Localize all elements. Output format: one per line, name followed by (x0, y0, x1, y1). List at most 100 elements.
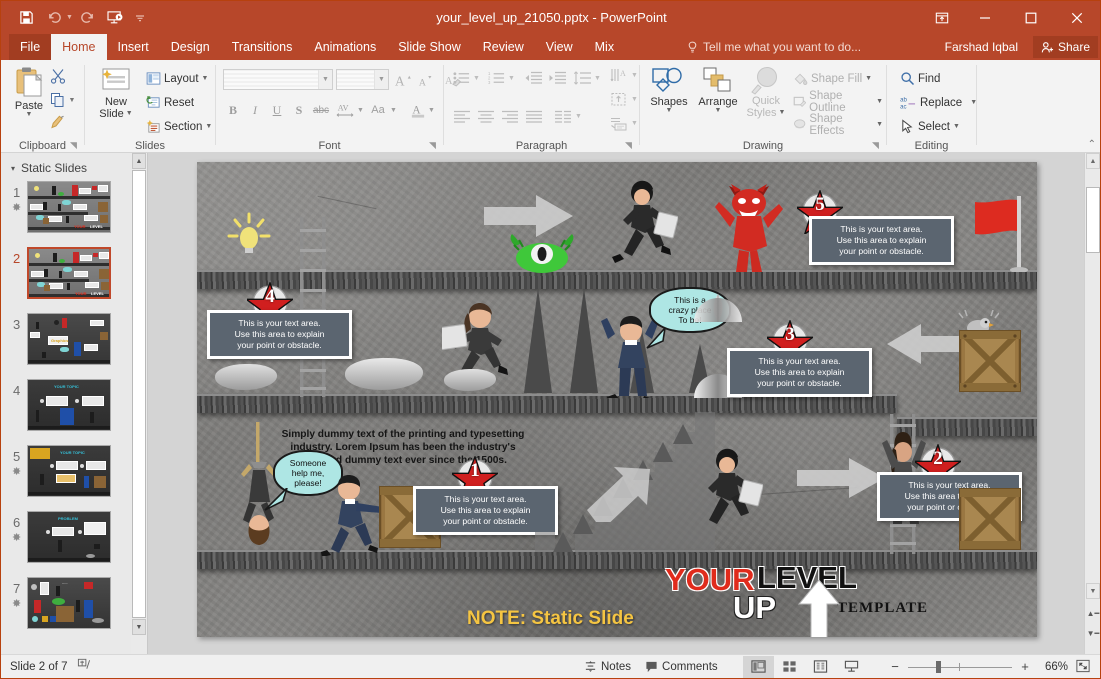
replace-button[interactable]: ab ac Replace ▼ (897, 92, 980, 113)
font-name-input[interactable]: ▼ (223, 69, 333, 90)
numbering-button[interactable]: 123 (485, 68, 507, 88)
ribbon-tab-insert[interactable]: Insert (107, 34, 160, 60)
character-spacing-dropdown-icon[interactable]: ▼ (355, 100, 366, 120)
slide-thumbnail-preview[interactable]: YOUR LEVEL (27, 181, 111, 233)
convert-to-smartart-button[interactable] (608, 113, 630, 133)
slide-thumbnail-preview[interactable]: YOUR TOPIC (27, 445, 111, 497)
ribbon-tab-file[interactable]: File (9, 34, 52, 60)
animation-star-icon[interactable]: ✸ (12, 531, 21, 544)
comments-button[interactable]: Comments (645, 660, 718, 673)
slide-area-scrollbar[interactable]: ▲ ▼ ▲━ ▼━ (1084, 153, 1100, 656)
columns-dropdown-icon[interactable]: ▼ (573, 106, 584, 126)
paste-button[interactable]: Paste ▼ (7, 66, 51, 118)
justify-button[interactable] (522, 106, 545, 126)
slide-thumbnail-6[interactable]: 6 ✸ PROBLEM (1, 509, 134, 575)
line-spacing-dropdown-icon[interactable]: ▼ (592, 68, 603, 88)
note-static-slide[interactable]: NOTE: Static Slide (467, 608, 634, 630)
bullets-button[interactable] (450, 68, 472, 88)
save-button[interactable] (13, 5, 39, 30)
ribbon-tab-transitions[interactable]: Transitions (221, 34, 304, 60)
section-dropdown-icon[interactable]: ▼ (205, 123, 212, 130)
italic-button[interactable]: I (245, 100, 265, 120)
slide-thumbnail-preview[interactable]: YOUR LEVEL (27, 247, 111, 299)
line-spacing-button[interactable] (571, 68, 593, 88)
zoom-level-label[interactable]: 66% (1038, 661, 1068, 673)
find-button[interactable]: Find (897, 68, 943, 89)
text-card-4[interactable]: This is your text area. Use this area to… (207, 310, 352, 359)
minimize-button[interactable] (962, 1, 1008, 34)
layout-button[interactable]: Layout ▼ (143, 68, 211, 89)
thumbnail-scroll-thumb[interactable] (132, 170, 146, 618)
view-reading-button[interactable] (805, 656, 836, 678)
slide-thumbnail-2[interactable]: 2 YOUR LEVEL (1, 245, 134, 311)
thumbnail-pane-scrollbar[interactable]: ▲ ▼ (131, 153, 147, 656)
slide-canvas[interactable]: 5 This is your text area. Use this area … (197, 162, 1037, 637)
change-case-button[interactable]: Aa (368, 100, 388, 120)
previous-slide-button[interactable]: ▲━ (1086, 605, 1100, 622)
start-slideshow-button[interactable] (103, 5, 129, 30)
animation-star-icon[interactable]: ✸ (12, 201, 21, 214)
maximize-button[interactable] (1008, 1, 1054, 34)
layout-dropdown-icon[interactable]: ▼ (202, 75, 209, 82)
slide-thumbnail-3[interactable]: 3 Graphics (1, 311, 134, 377)
ribbon-display-options-button[interactable] (922, 1, 962, 34)
text-card-5[interactable]: This is your text area. Use this area to… (809, 216, 954, 265)
font-color-dropdown-icon[interactable]: ▼ (426, 100, 437, 120)
user-account-name[interactable]: Farshad Iqbal (945, 34, 1018, 60)
clipboard-dialog-launcher[interactable]: ◥ (70, 140, 81, 151)
share-button[interactable]: Share (1032, 36, 1098, 58)
shape-outline-button[interactable]: Shape Outline ▼ (790, 90, 886, 114)
thumbnail-scroll-up-button[interactable]: ▲ (132, 153, 146, 169)
format-painter-button[interactable] (47, 112, 69, 132)
ribbon-tab-review[interactable]: Review (472, 34, 535, 60)
slide-thumbnail-preview[interactable]: YOUR TOPIC (27, 379, 111, 431)
strikethrough-button[interactable]: abc (311, 100, 331, 120)
copy-button[interactable] (47, 90, 69, 110)
shapes-dropdown-icon[interactable]: ▼ (666, 107, 673, 114)
view-slide-sorter-button[interactable] (774, 656, 805, 678)
shape-effects-button[interactable]: Shape Effects ▼ (790, 113, 886, 137)
close-button[interactable] (1054, 1, 1100, 34)
ribbon-tab-slide-show[interactable]: Slide Show (387, 34, 472, 60)
next-slide-button[interactable]: ▼━ (1086, 625, 1100, 642)
brand-template[interactable]: TEMPLATE (837, 600, 928, 617)
font-size-dropdown-icon[interactable]: ▼ (374, 70, 388, 89)
font-dialog-launcher[interactable]: ◥ (429, 140, 440, 151)
cut-button-icon[interactable] (47, 66, 69, 86)
new-slide-dropdown-icon[interactable]: ▼ (126, 110, 133, 117)
select-dropdown-icon[interactable]: ▼ (953, 123, 960, 130)
align-right-button[interactable] (498, 106, 521, 126)
change-case-dropdown-icon[interactable]: ▼ (388, 100, 399, 120)
shape-outline-dropdown-icon[interactable]: ▼ (876, 98, 883, 105)
view-slide-show-button[interactable] (836, 656, 867, 678)
zoom-slider[interactable] (908, 660, 1012, 673)
align-left-button[interactable] (450, 106, 473, 126)
font-name-dropdown-icon[interactable]: ▼ (318, 70, 332, 89)
animation-star-icon[interactable]: ✸ (12, 465, 21, 478)
ribbon-tab-design[interactable]: Design (160, 34, 221, 60)
text-card-3[interactable]: This is your text area. Use this area to… (727, 348, 872, 397)
brand-up[interactable]: UP (733, 590, 776, 626)
ribbon-tab-mix[interactable]: Mix (584, 34, 625, 60)
quick-styles-button[interactable]: Quick Styles ▼ (744, 66, 788, 119)
ribbon-tab-home[interactable]: Home (51, 34, 107, 60)
bullets-dropdown-icon[interactable]: ▼ (471, 68, 482, 88)
notes-button[interactable]: Notes (584, 660, 631, 673)
copy-dropdown-icon[interactable]: ▼ (67, 90, 77, 110)
section-button[interactable]: Section ▼ (143, 116, 215, 137)
collapse-ribbon-button[interactable]: ⌃ (1088, 139, 1096, 150)
scroll-down-button[interactable]: ▼ (1086, 583, 1100, 599)
paste-dropdown-icon[interactable]: ▼ (26, 111, 33, 118)
slide-thumbnail-preview[interactable]: Graphics (27, 313, 111, 365)
decrease-font-size-button[interactable]: A (415, 69, 436, 90)
columns-button[interactable] (552, 106, 574, 126)
new-slide-button[interactable]: New Slide ▼ (93, 66, 139, 120)
fit-to-window-button[interactable] (1075, 658, 1092, 675)
zoom-out-button[interactable]: − (889, 659, 901, 674)
slide-thumbnail-preview[interactable]: ..... (27, 577, 111, 629)
thumbnail-scroll-down-button[interactable]: ▼ (132, 619, 146, 635)
slide-thumbnail-preview[interactable]: PROBLEM (27, 511, 111, 563)
undo-dropdown-icon[interactable]: ▼ (66, 14, 73, 21)
zoom-in-button[interactable]: + (1019, 659, 1031, 674)
slide-thumbnail-1[interactable]: 1 ✸ YOUR LEVEL (1, 179, 134, 245)
